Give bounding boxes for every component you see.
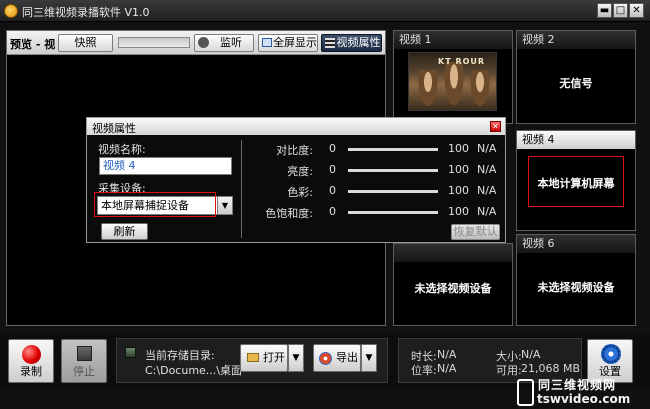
available-value: 21,068 MB xyxy=(521,362,581,375)
stop-icon xyxy=(77,346,92,361)
monitor-screen-icon xyxy=(262,38,272,47)
film-icon xyxy=(325,38,335,48)
gear-icon xyxy=(601,344,621,364)
stop-label: 停止 xyxy=(73,365,95,378)
video-properties-dialog xyxy=(86,117,506,243)
device-highlight-box xyxy=(94,192,216,217)
channel-tile-5[interactable]: 未选择视频设备 xyxy=(393,243,513,326)
window-title: 同三维视频录播软件 V1.0 xyxy=(22,6,150,19)
app-logo-icon xyxy=(4,4,18,18)
export-icon xyxy=(319,352,332,365)
monitor-button[interactable]: 监听 xyxy=(194,34,254,52)
fullscreen-button[interactable]: 全屏显示 xyxy=(258,34,318,52)
size-value: N/A xyxy=(521,348,541,361)
bitrate-value: N/A xyxy=(437,362,457,375)
watermark-url: tswvideo.com xyxy=(537,392,631,406)
channel-tile-2[interactable]: 视频 2 无信号 xyxy=(516,30,636,124)
channel-title xyxy=(394,244,512,262)
hue-min: 0 xyxy=(329,184,336,197)
minimize-button[interactable]: ▬ xyxy=(597,3,612,18)
open-button[interactable]: 打开 xyxy=(240,344,288,372)
close-button[interactable]: ✕ xyxy=(629,3,644,18)
watermark-logo-icon xyxy=(517,379,534,406)
video-props-button[interactable]: 视频属性 xyxy=(321,34,382,52)
dialog-title-bar[interactable] xyxy=(87,118,505,135)
thumbnail-title: KT ROUR xyxy=(438,57,486,66)
channel-title: 视频 1 xyxy=(394,31,512,49)
stop-button[interactable]: 停止 xyxy=(61,339,107,383)
export-label: 导出 xyxy=(336,351,358,364)
hue-slider[interactable] xyxy=(348,190,438,193)
export-dropdown-arrow[interactable]: ▼ xyxy=(361,344,377,372)
monitor-label: 监听 xyxy=(220,36,242,49)
saturation-max: 100 xyxy=(448,205,469,218)
saturation-value: N/A xyxy=(477,205,497,218)
chevron-down-icon[interactable]: ▼ xyxy=(217,196,233,215)
record-button[interactable]: 录制 xyxy=(8,339,54,383)
available-label: 可用: xyxy=(496,364,522,377)
contrast-slider[interactable] xyxy=(348,148,438,151)
saturation-label: 色饱和度: xyxy=(265,207,313,220)
saturation-slider[interactable] xyxy=(348,211,438,214)
channel-tile-4[interactable]: 视频 4 本地计算机屏幕 xyxy=(516,130,636,231)
contrast-value: N/A xyxy=(477,142,497,155)
duration-value: N/A xyxy=(437,348,457,361)
channel-title: 视频 4 xyxy=(517,131,635,149)
contrast-label: 对比度: xyxy=(276,144,313,157)
brightness-value: N/A xyxy=(477,163,497,176)
channel-message: 本地计算机屏幕 xyxy=(537,177,615,190)
dialog-close-button[interactable]: ✕ xyxy=(490,121,501,132)
volume-slider[interactable] xyxy=(118,37,190,48)
video-name-label: 视频名称: xyxy=(98,143,146,156)
brightness-label: 亮度: xyxy=(287,165,313,178)
brightness-min: 0 xyxy=(329,163,336,176)
bitrate-label: 位率: xyxy=(411,364,437,377)
video-props-label: 视频属性 xyxy=(336,36,381,49)
fullscreen-label: 全屏显示 xyxy=(273,36,317,49)
record-icon xyxy=(22,345,41,364)
open-dropdown-arrow[interactable]: ▼ xyxy=(288,344,304,372)
channel-message: 未选择视频设备 xyxy=(537,281,615,294)
speaker-icon xyxy=(198,37,209,48)
channel-tile-6[interactable]: 视频 6 未选择视频设备 xyxy=(516,234,636,326)
channel-message: 无信号 xyxy=(559,77,593,90)
storage-label: 当前存储目录: xyxy=(145,349,215,362)
watermark-text: 同三维视频网 xyxy=(538,378,617,392)
hue-label: 色彩: xyxy=(287,186,313,199)
folder-icon xyxy=(247,353,259,362)
brightness-slider[interactable] xyxy=(348,169,438,172)
hue-max: 100 xyxy=(448,184,469,197)
refresh-button[interactable]: 刷新 xyxy=(101,223,148,240)
dialog-title: 视频属性 xyxy=(92,122,136,135)
contrast-max: 100 xyxy=(448,142,469,155)
record-label: 录制 xyxy=(20,365,42,378)
brightness-max: 100 xyxy=(448,163,469,176)
channel-title: 视频 2 xyxy=(517,31,635,49)
status-indicator xyxy=(125,347,136,358)
restore-defaults-button[interactable]: 恢复默认 xyxy=(451,224,500,240)
open-label: 打开 xyxy=(263,351,285,364)
video-name-input[interactable]: 视频 4 xyxy=(99,157,232,175)
export-button[interactable]: 导出 xyxy=(313,344,361,372)
channel-title: 视频 6 xyxy=(517,235,635,253)
channel-message: 未选择视频设备 xyxy=(414,282,492,295)
dialog-divider xyxy=(241,140,242,238)
storage-path: C:\Docume...\桌面 xyxy=(145,364,242,377)
hue-value: N/A xyxy=(477,184,497,197)
snapshot-button[interactable]: 快照 xyxy=(58,34,113,52)
saturation-min: 0 xyxy=(329,205,336,218)
maximize-button[interactable]: □ xyxy=(613,3,628,18)
preview-label: 预览 - 视 xyxy=(10,38,56,51)
contrast-min: 0 xyxy=(329,142,336,155)
